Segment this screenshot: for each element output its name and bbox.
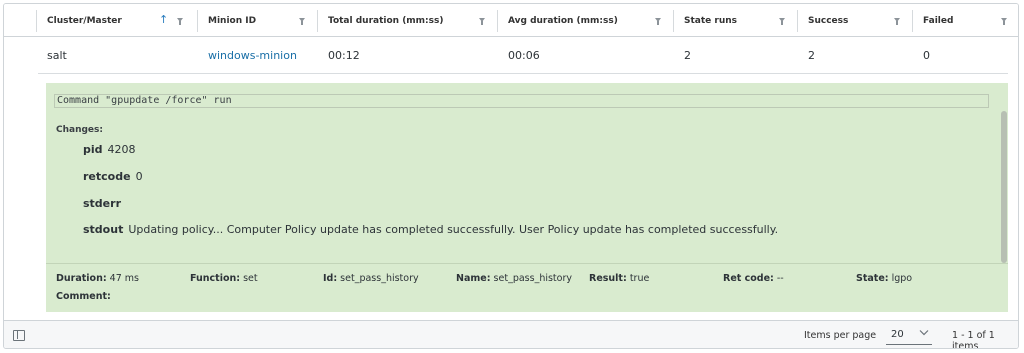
pagination-range: 1 - 1 of 1 items: [952, 330, 995, 349]
row-detail-panel: Command "gpupdate /force" run Changes: p…: [46, 83, 1008, 312]
column-header-runs-label: State runs: [684, 15, 738, 26]
cell-state-runs: 2: [684, 49, 691, 62]
header-expand-spacer: [4, 4, 37, 37]
column-header-failed[interactable]: Failed: [913, 4, 1018, 37]
change-pid: pid 4208: [83, 143, 136, 156]
column-header-avg-label: Avg duration (mm:ss): [508, 15, 618, 26]
column-header-success-label: Success: [808, 15, 849, 26]
state-results-grid: Cluster/Master ↑ Minion ID Total duratio…: [3, 3, 1019, 349]
cell-total-duration: 00:12: [328, 49, 360, 62]
cell-cluster: salt: [47, 49, 67, 62]
cell-failed: 0: [923, 49, 930, 62]
filter-icon[interactable]: [894, 18, 900, 25]
changes-label: Changes:: [56, 125, 103, 135]
meta-retcode-label: Ret code:: [723, 273, 774, 284]
change-value: 0: [135, 170, 143, 183]
filter-icon[interactable]: [779, 18, 785, 25]
meta-state-value: lgpo: [891, 273, 913, 284]
change-retcode: retcode 0: [83, 170, 143, 183]
table-row[interactable]: salt windows-minion 00:12 00:06 2 2 0: [4, 38, 1018, 73]
filter-icon[interactable]: [1001, 18, 1007, 25]
minion-link[interactable]: windows-minion: [198, 38, 297, 73]
change-stderr: stderr: [83, 197, 126, 210]
meta-result-value: true: [629, 273, 650, 284]
column-header-minion[interactable]: Minion ID: [198, 4, 318, 37]
column-header-cluster[interactable]: Cluster/Master ↑: [37, 4, 198, 37]
meta-state-label: State:: [856, 273, 889, 284]
meta-id: Id: set_pass_history: [323, 273, 419, 284]
column-header-cluster-label: Cluster/Master: [47, 15, 122, 26]
meta-duration-value: 47 ms: [109, 273, 139, 284]
change-key: stderr: [83, 197, 121, 210]
meta-retcode-value: --: [776, 273, 784, 284]
grid-header: Cluster/Master ↑ Minion ID Total duratio…: [4, 4, 1018, 37]
column-header-avg-duration[interactable]: Avg duration (mm:ss): [498, 4, 674, 37]
column-toggle-icon[interactable]: [13, 330, 25, 341]
meta-id-value: set_pass_history: [340, 273, 419, 284]
column-header-state-runs[interactable]: State runs: [674, 4, 798, 37]
column-header-total-label: Total duration (mm:ss): [328, 15, 444, 26]
meta-result: Result: true: [589, 273, 649, 284]
meta-comment-label: Comment:: [56, 291, 111, 302]
chevron-down-icon[interactable]: [919, 329, 929, 336]
cell-avg-duration: 00:06: [508, 49, 540, 62]
meta-name-value: set_pass_history: [493, 273, 572, 284]
meta-duration-label: Duration:: [56, 273, 107, 284]
meta-name-label: Name:: [456, 273, 491, 284]
meta-id-label: Id:: [323, 273, 338, 284]
meta-retcode: Ret code: --: [723, 273, 784, 284]
column-header-minion-label: Minion ID: [208, 15, 257, 26]
detail-scrollbar[interactable]: [1001, 111, 1007, 263]
items-per-page-label: Items per page: [804, 330, 877, 341]
items-per-page-value: 20: [891, 329, 904, 340]
change-key: retcode: [83, 170, 131, 183]
meta-comment: Comment:: [56, 291, 111, 302]
column-header-total-duration[interactable]: Total duration (mm:ss): [318, 4, 498, 37]
filter-icon[interactable]: [655, 18, 661, 25]
meta-function-label: Function:: [190, 273, 241, 284]
filter-icon[interactable]: [177, 18, 183, 25]
detail-divider: [46, 263, 1008, 264]
meta-function-value: set: [243, 273, 258, 284]
command-text: Command "gpupdate /force" run: [54, 94, 989, 108]
change-value: 4208: [107, 143, 136, 156]
meta-duration: Duration: 47 ms: [56, 273, 139, 284]
row-divider: [38, 73, 1008, 74]
meta-name: Name: set_pass_history: [456, 273, 572, 284]
meta-function: Function: set: [190, 273, 258, 284]
column-header-failed-label: Failed: [923, 15, 954, 26]
cell-success: 2: [808, 49, 815, 62]
meta-result-label: Result:: [589, 273, 627, 284]
column-header-success[interactable]: Success: [798, 4, 913, 37]
meta-state: State: lgpo: [856, 273, 912, 284]
filter-icon[interactable]: [299, 18, 305, 25]
grid-footer: Items per page 20 1 - 1 of 1 items: [4, 320, 1018, 349]
change-value: Updating policy... Computer Policy updat…: [128, 223, 779, 236]
filter-icon[interactable]: [479, 18, 485, 25]
change-stdout: stdout Updating policy... Computer Policy…: [83, 223, 778, 236]
change-key: stdout: [83, 223, 124, 236]
change-key: pid: [83, 143, 103, 156]
sort-ascending-icon[interactable]: ↑: [159, 13, 168, 26]
